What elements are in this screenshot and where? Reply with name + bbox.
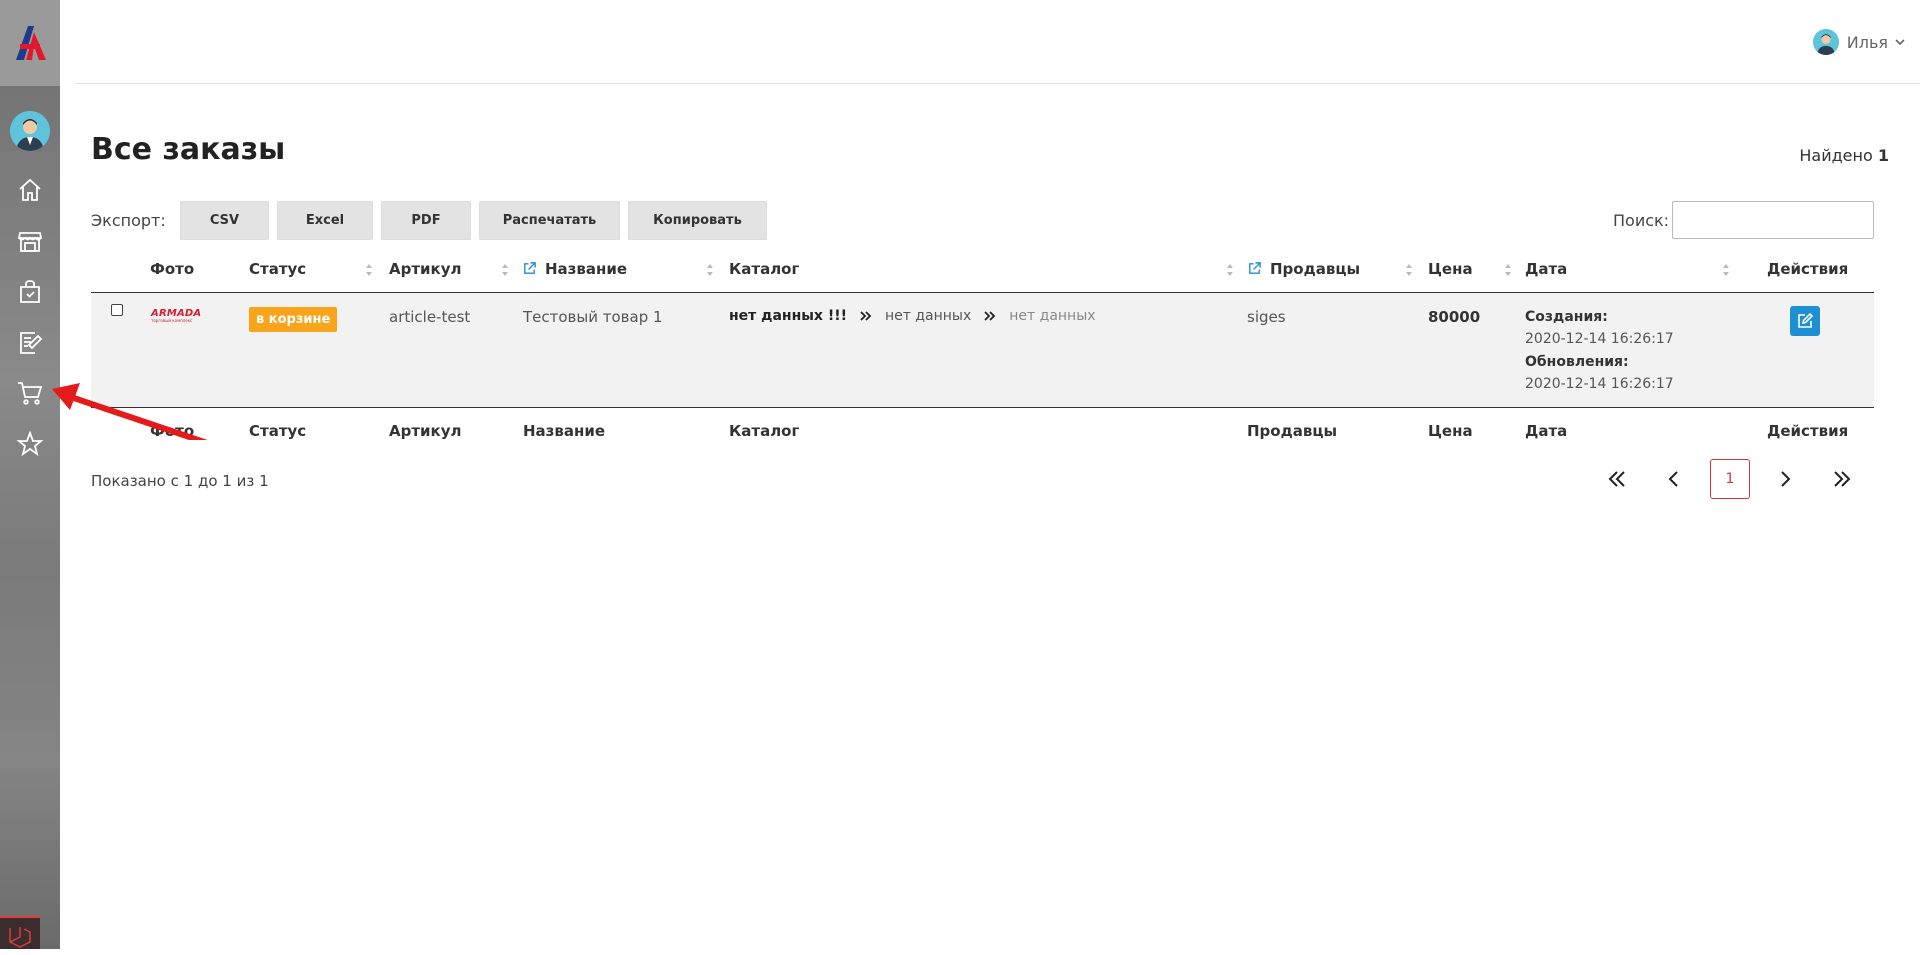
footer-sellers: Продавцы bbox=[1247, 422, 1338, 440]
header-sellers[interactable]: Продавцы bbox=[1247, 260, 1360, 278]
header-catalog[interactable]: Каталог bbox=[729, 260, 799, 278]
pdf-button[interactable]: PDF bbox=[381, 201, 471, 240]
product-photo[interactable]: ARMADA торговый комплекс bbox=[151, 308, 201, 326]
store-icon[interactable] bbox=[16, 227, 44, 255]
sort-icon[interactable] bbox=[501, 263, 509, 277]
prev-page-button[interactable] bbox=[1654, 459, 1694, 499]
found-counter: Найдено 1 bbox=[1799, 146, 1889, 165]
created-label: Создания: bbox=[1525, 309, 1608, 325]
status-badge: в корзине bbox=[249, 307, 338, 332]
next-page-button[interactable] bbox=[1765, 459, 1805, 499]
catalog-level-3: нет данных bbox=[1009, 308, 1096, 324]
home-icon[interactable] bbox=[16, 176, 44, 204]
user-menu[interactable]: Илья bbox=[1812, 29, 1906, 55]
export-label: Экспорт: bbox=[91, 211, 166, 230]
updated-label: Обновления: bbox=[1525, 354, 1629, 370]
double-chevron-right-icon bbox=[860, 311, 872, 321]
footer-article: Артикул bbox=[389, 422, 462, 440]
star-icon[interactable] bbox=[16, 430, 44, 458]
header-actions: Действия bbox=[1767, 260, 1849, 278]
article-cell: article-test bbox=[389, 308, 471, 326]
sidebar bbox=[0, 0, 60, 949]
framework-badge bbox=[0, 916, 40, 949]
user-avatar bbox=[1812, 29, 1839, 55]
logo[interactable] bbox=[12, 22, 48, 62]
found-count: 1 bbox=[1877, 146, 1889, 165]
footer-catalog: Каталог bbox=[729, 422, 800, 440]
header-sellers-label: Продавцы bbox=[1270, 260, 1361, 278]
sidebar-avatar[interactable] bbox=[10, 111, 50, 151]
page-title: Все заказы bbox=[91, 132, 286, 167]
double-chevron-right-icon bbox=[984, 311, 996, 321]
sort-icon[interactable] bbox=[1504, 263, 1512, 277]
search-input[interactable] bbox=[1672, 201, 1874, 239]
header-photo: Фото bbox=[150, 260, 195, 278]
sort-icon[interactable] bbox=[365, 263, 373, 277]
seller-cell: siges bbox=[1247, 308, 1286, 326]
user-name: Илья bbox=[1846, 32, 1888, 52]
sort-icon[interactable] bbox=[1405, 263, 1413, 277]
sort-icon[interactable] bbox=[1226, 263, 1234, 277]
price-cell: 80000 bbox=[1428, 308, 1481, 326]
cart-icon[interactable] bbox=[16, 379, 44, 407]
header-price[interactable]: Цена bbox=[1428, 260, 1473, 278]
catalog-breadcrumb: нет данных !!! нет данных нет данных bbox=[729, 308, 1096, 324]
page-1-button[interactable]: 1 bbox=[1710, 459, 1750, 499]
chevron-right-icon bbox=[1781, 471, 1791, 487]
topbar: Илья bbox=[75, 0, 1920, 84]
header-status[interactable]: Статус bbox=[249, 260, 306, 278]
external-link-icon bbox=[524, 262, 536, 274]
pagination-info: Показано с 1 до 1 из 1 bbox=[91, 472, 269, 490]
edit-icon bbox=[1798, 312, 1814, 328]
header-name[interactable]: Название bbox=[522, 260, 627, 278]
footer-price: Цена bbox=[1428, 422, 1473, 440]
header-date[interactable]: Дата bbox=[1525, 260, 1567, 278]
chevron-left-icon bbox=[1668, 471, 1678, 487]
name-cell: Тестовый товар 1 bbox=[523, 308, 663, 326]
updated-date: 2020-12-14 16:26:17 bbox=[1525, 376, 1674, 392]
external-link-icon bbox=[1249, 262, 1261, 274]
search-label: Поиск: bbox=[1613, 211, 1670, 230]
print-button[interactable]: Распечатать bbox=[479, 201, 620, 240]
sort-icon[interactable] bbox=[706, 263, 714, 277]
found-label: Найдено bbox=[1799, 146, 1873, 165]
copy-button[interactable]: Копировать bbox=[628, 201, 767, 240]
catalog-level-1: нет данных !!! bbox=[729, 308, 847, 324]
csv-button[interactable]: CSV bbox=[180, 201, 269, 240]
table-divider bbox=[91, 407, 1874, 408]
edit-button[interactable] bbox=[1790, 306, 1820, 336]
shopping-bag-icon[interactable] bbox=[16, 278, 44, 306]
edit-document-icon[interactable] bbox=[16, 329, 44, 357]
double-chevron-left-icon bbox=[1608, 471, 1625, 487]
first-page-button[interactable] bbox=[1597, 459, 1637, 499]
footer-name: Название bbox=[523, 422, 606, 440]
annotation-arrow bbox=[52, 383, 208, 440]
catalog-level-2: нет данных bbox=[884, 308, 972, 324]
last-page-button[interactable] bbox=[1822, 459, 1862, 499]
footer-status: Статус bbox=[249, 422, 307, 440]
header-name-label: Название bbox=[545, 260, 628, 278]
sort-icon[interactable] bbox=[1722, 263, 1730, 277]
created-date: 2020-12-14 16:26:17 bbox=[1525, 331, 1674, 347]
header-article[interactable]: Артикул bbox=[389, 260, 462, 278]
footer-date: Дата bbox=[1525, 422, 1568, 440]
footer-actions: Действия bbox=[1767, 422, 1849, 440]
chevron-down-icon bbox=[1895, 39, 1905, 46]
double-chevron-right-icon bbox=[1834, 471, 1851, 487]
row-checkbox[interactable] bbox=[111, 304, 123, 316]
logo-area bbox=[0, 0, 60, 86]
brand-subtitle: торговый комплекс bbox=[151, 318, 193, 323]
excel-button[interactable]: Excel bbox=[277, 201, 373, 240]
